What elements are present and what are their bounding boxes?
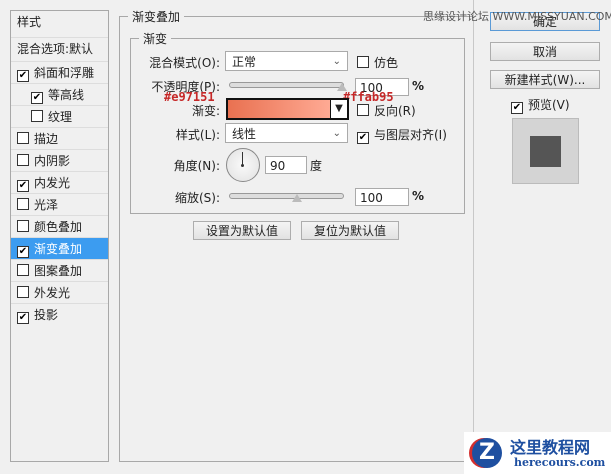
style-item[interactable]: 外发光 <box>11 281 108 303</box>
reverse-label: 反向(R) <box>374 104 416 118</box>
style-item-label: 光泽 <box>34 198 59 212</box>
style-item-label: 斜面和浮雕 <box>34 66 95 80</box>
style-item-label: 投影 <box>34 308 59 322</box>
angle-input[interactable]: 90 <box>265 156 307 174</box>
blend-mode-select[interactable]: 正常 ⌄ <box>225 51 348 71</box>
checkbox-icon[interactable] <box>17 132 29 144</box>
scale-slider[interactable] <box>229 193 344 199</box>
blend-options-item[interactable]: 混合选项:默认 <box>11 37 108 61</box>
checkmark-icon[interactable]: ✔ <box>17 246 29 258</box>
style-item[interactable]: ✔ 内发光 <box>11 171 108 193</box>
style-item-label: 内阴影 <box>34 154 71 168</box>
preview-thumbnail <box>512 118 579 184</box>
checkbox-icon[interactable] <box>17 220 29 232</box>
checkbox-icon <box>357 56 369 68</box>
angle-label: 角度(N): <box>173 159 220 173</box>
style-select[interactable]: 线性 ⌄ <box>225 123 348 143</box>
group-title: 渐变 <box>139 30 172 47</box>
logo-z-icon: Z <box>472 438 502 468</box>
style-item[interactable]: ✔ 投影 <box>11 303 108 325</box>
style-item[interactable]: ✔ 斜面和浮雕 <box>11 61 108 83</box>
style-item-label: 图案叠加 <box>34 264 83 278</box>
site-logo: Z 这里教程网 herecours.com <box>464 432 611 474</box>
make-default-button[interactable]: 设置为默认值 <box>193 221 291 240</box>
checkbox-icon[interactable] <box>17 154 29 166</box>
style-item[interactable]: 纹理 <box>11 105 108 127</box>
styles-header: 样式 <box>17 15 42 29</box>
checkbox-icon[interactable] <box>17 286 29 298</box>
divider <box>473 0 474 474</box>
opacity-percent: % <box>412 79 425 93</box>
style-item-label: 颜色叠加 <box>34 220 83 234</box>
logo-title: 这里教程网 <box>510 438 591 457</box>
style-item[interactable]: 颜色叠加 <box>11 215 108 237</box>
watermark: 思缘设计论坛 WWW.MISSYUAN.COM <box>423 10 611 23</box>
style-item-label: 等高线 <box>48 88 85 102</box>
preview-label: 预览(V) <box>528 98 570 112</box>
style-item[interactable]: ✔ 等高线 <box>11 83 108 105</box>
style-item[interactable]: 光泽 <box>11 193 108 215</box>
blend-mode-value: 正常 <box>232 55 257 69</box>
styles-list: 样式 混合选项:默认 ✔ 斜面和浮雕 ✔ 等高线纹理描边内阴影 ✔ 内发光光泽颜色叠加 ✔ 渐… <box>10 10 109 462</box>
gradient-label: 渐变: <box>191 104 220 118</box>
style-item-label: 纹理 <box>48 110 73 124</box>
scale-input[interactable]: 100 <box>355 188 409 206</box>
chevron-down-icon: ⌄ <box>332 56 341 67</box>
angle-dial[interactable] <box>226 148 260 182</box>
style-item[interactable]: 图案叠加 <box>11 259 108 281</box>
checkmark-icon[interactable]: ✔ <box>17 180 29 192</box>
style-value: 线性 <box>232 127 257 141</box>
scale-slider-thumb[interactable] <box>292 194 302 202</box>
checkbox-icon <box>357 104 369 116</box>
gradient-swatch[interactable] <box>226 98 334 120</box>
dither-label: 仿色 <box>374 56 399 70</box>
checkmark-icon: ✔ <box>511 102 523 114</box>
style-item-label: 外发光 <box>34 286 71 300</box>
preview-checkbox[interactable]: ✔ 预览(V) <box>511 96 570 114</box>
reverse-checkbox[interactable]: 反向(R) <box>357 102 416 119</box>
style-label: 样式(L): <box>175 128 220 142</box>
style-item-label: 描边 <box>34 132 59 146</box>
align-label: 与图层对齐(I) <box>374 128 447 142</box>
scale-label: 缩放(S): <box>174 191 220 205</box>
style-item-label: 渐变叠加 <box>34 242 83 256</box>
checkmark-icon[interactable]: ✔ <box>17 312 29 324</box>
style-item[interactable]: ✔ 渐变叠加 <box>11 237 108 259</box>
align-with-layer-checkbox[interactable]: ✔ 与图层对齐(I) <box>357 126 447 144</box>
scale-percent: % <box>412 189 425 203</box>
cancel-button[interactable]: 取消 <box>490 42 600 61</box>
degree-label: 度 <box>310 159 323 173</box>
checkmark-icon[interactable]: ✔ <box>17 70 29 82</box>
new-style-button[interactable]: 新建样式(W)... <box>490 70 600 89</box>
checkmark-icon[interactable]: ✔ <box>31 92 43 104</box>
checkmark-icon: ✔ <box>357 132 369 144</box>
checkbox-icon[interactable] <box>17 198 29 210</box>
reset-default-button[interactable]: 复位为默认值 <box>301 221 399 240</box>
gradient-dropdown-arrow-icon[interactable]: ▼ <box>330 98 349 120</box>
panel-title: 渐变叠加 <box>128 8 185 25</box>
checkbox-icon[interactable] <box>31 110 43 122</box>
checkbox-icon[interactable] <box>17 264 29 276</box>
style-item[interactable]: 描边 <box>11 127 108 149</box>
opacity-slider[interactable] <box>229 82 344 88</box>
logo-url: herecours.com <box>514 456 606 469</box>
style-item-label: 内发光 <box>34 176 71 190</box>
style-item[interactable]: 内阴影 <box>11 149 108 171</box>
dither-checkbox[interactable]: 仿色 <box>357 54 398 71</box>
chevron-down-icon: ⌄ <box>332 128 341 139</box>
blend-mode-label: 混合模式(O): <box>149 56 220 70</box>
